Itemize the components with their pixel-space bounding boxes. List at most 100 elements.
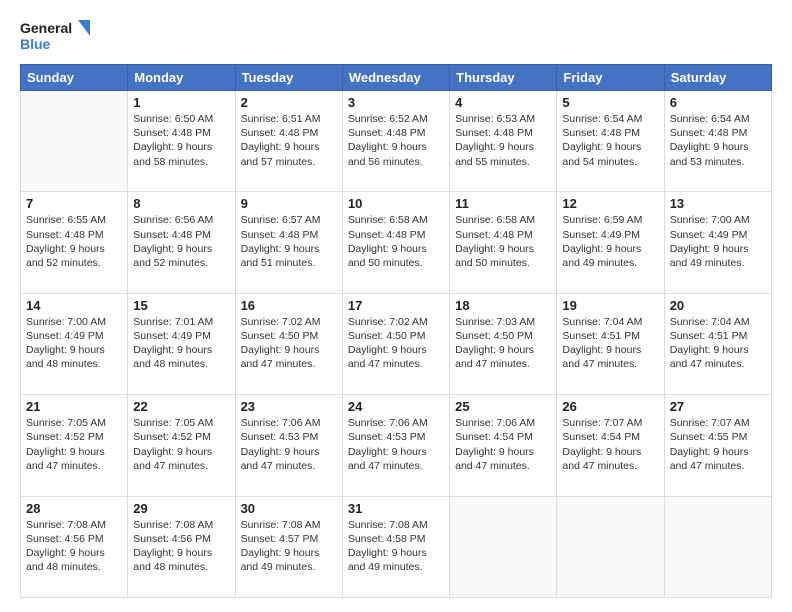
sunset-line: Sunset: 4:48 PM <box>26 228 122 242</box>
calendar-cell: 30Sunrise: 7:08 AMSunset: 4:57 PMDayligh… <box>235 496 342 597</box>
calendar-cell: 29Sunrise: 7:08 AMSunset: 4:56 PMDayligh… <box>128 496 235 597</box>
sunset-line: Sunset: 4:54 PM <box>562 430 658 444</box>
day-number: 9 <box>241 196 337 211</box>
day-number: 19 <box>562 298 658 313</box>
calendar-cell: 11Sunrise: 6:58 AMSunset: 4:48 PMDayligh… <box>450 192 557 293</box>
day-number: 30 <box>241 501 337 516</box>
sunset-line: Sunset: 4:48 PM <box>348 126 444 140</box>
sunset-line: Sunset: 4:50 PM <box>241 329 337 343</box>
calendar-cell: 12Sunrise: 6:59 AMSunset: 4:49 PMDayligh… <box>557 192 664 293</box>
day-number: 14 <box>26 298 122 313</box>
sunset-line: Sunset: 4:52 PM <box>133 430 229 444</box>
day-number: 6 <box>670 95 766 110</box>
sunset-line: Sunset: 4:49 PM <box>26 329 122 343</box>
daylight-label: Daylight: 9 hours <box>133 140 229 154</box>
col-header-saturday: Saturday <box>664 65 771 91</box>
sunrise-line: Sunrise: 7:02 AM <box>241 315 337 329</box>
daylight-label: Daylight: 9 hours <box>562 445 658 459</box>
day-number: 13 <box>670 196 766 211</box>
sunset-line: Sunset: 4:56 PM <box>133 532 229 546</box>
sunset-line: Sunset: 4:49 PM <box>670 228 766 242</box>
daylight-label: Daylight: 9 hours <box>26 343 122 357</box>
sunrise-line: Sunrise: 7:00 AM <box>26 315 122 329</box>
daylight-value: and 48 minutes. <box>133 357 229 371</box>
calendar-cell: 22Sunrise: 7:05 AMSunset: 4:52 PMDayligh… <box>128 395 235 496</box>
day-number: 12 <box>562 196 658 211</box>
sunset-line: Sunset: 4:58 PM <box>348 532 444 546</box>
calendar-week-row: 7Sunrise: 6:55 AMSunset: 4:48 PMDaylight… <box>21 192 772 293</box>
sunrise-line: Sunrise: 6:59 AM <box>562 213 658 227</box>
col-header-monday: Monday <box>128 65 235 91</box>
calendar-cell: 4Sunrise: 6:53 AMSunset: 4:48 PMDaylight… <box>450 91 557 192</box>
calendar-cell: 14 Sunrise: 7:00 AMSunset: 4:49 PMDayligh… <box>21 293 128 394</box>
daylight-label: Daylight: 9 hours <box>241 546 337 560</box>
calendar-cell: 19Sunrise: 7:04 AMSunset: 4:51 PMDayligh… <box>557 293 664 394</box>
calendar-week-row: 14Sunrise: 7:00 AMSunset: 4:49 PMDayligh… <box>21 293 772 394</box>
day-number: 1 <box>133 95 229 110</box>
day-number: 31 <box>348 501 444 516</box>
daylight-label: Daylight: 9 hours <box>670 242 766 256</box>
daylight-label: Daylight: 9 hours <box>455 140 551 154</box>
daylight-label: Daylight: 9 hours <box>670 140 766 154</box>
daylight-value: and 47 minutes. <box>241 357 337 371</box>
day-number: 16 <box>241 298 337 313</box>
daylight-label: Daylight: 9 hours <box>133 343 229 357</box>
sunset-line: Sunset: 4:48 PM <box>455 126 551 140</box>
day-number: 15 <box>133 298 229 313</box>
sunset-line: Sunset: 4:57 PM <box>241 532 337 546</box>
sunrise-line: Sunrise: 6:58 AM <box>348 213 444 227</box>
daylight-value: and 50 minutes. <box>455 256 551 270</box>
calendar-cell <box>557 496 664 597</box>
daylight-value: and 55 minutes. <box>455 155 551 169</box>
calendar-cell: 26Sunrise: 7:07 AMSunset: 4:54 PMDayligh… <box>557 395 664 496</box>
daylight-value: and 47 minutes. <box>26 459 122 473</box>
calendar-cell: 17Sunrise: 7:02 AMSunset: 4:50 PMDayligh… <box>342 293 449 394</box>
daylight-label: Daylight: 9 hours <box>455 242 551 256</box>
sunrise-line: Sunrise: 7:08 AM <box>26 518 122 532</box>
daylight-label: Daylight: 9 hours <box>26 445 122 459</box>
calendar-cell <box>21 91 128 192</box>
calendar-cell: 1Sunrise: 6:50 AMSunset: 4:48 PMDaylight… <box>128 91 235 192</box>
day-number: 28 <box>26 501 122 516</box>
daylight-label: Daylight: 9 hours <box>348 140 444 154</box>
daylight-label: Daylight: 9 hours <box>348 445 444 459</box>
daylight-value: and 47 minutes. <box>455 459 551 473</box>
col-header-friday: Friday <box>557 65 664 91</box>
sunrise-line: Sunrise: 7:06 AM <box>455 416 551 430</box>
daylight-value: and 51 minutes. <box>241 256 337 270</box>
calendar-cell <box>664 496 771 597</box>
daylight-label: Daylight: 9 hours <box>455 343 551 357</box>
calendar-cell: 13Sunrise: 7:00 AMSunset: 4:49 PMDayligh… <box>664 192 771 293</box>
col-header-sunday: Sunday <box>21 65 128 91</box>
sunset-line: Sunset: 4:55 PM <box>670 430 766 444</box>
calendar-cell: 21Sunrise: 7:05 AMSunset: 4:52 PMDayligh… <box>21 395 128 496</box>
calendar-cell: 15Sunrise: 7:01 AMSunset: 4:49 PMDayligh… <box>128 293 235 394</box>
sunset-line: Sunset: 4:52 PM <box>26 430 122 444</box>
calendar-cell: 9Sunrise: 6:57 AMSunset: 4:48 PMDaylight… <box>235 192 342 293</box>
sunset-line: Sunset: 4:48 PM <box>455 228 551 242</box>
daylight-value: and 54 minutes. <box>562 155 658 169</box>
sunrise-line: Sunrise: 7:03 AM <box>455 315 551 329</box>
calendar-cell: 10Sunrise: 6:58 AMSunset: 4:48 PMDayligh… <box>342 192 449 293</box>
sunrise-line: Sunrise: 7:07 AM <box>562 416 658 430</box>
sunset-line: Sunset: 4:50 PM <box>455 329 551 343</box>
sunrise-line: Sunrise: 7:06 AM <box>348 416 444 430</box>
daylight-label: Daylight: 9 hours <box>26 546 122 560</box>
calendar-cell: 20Sunrise: 7:04 AMSunset: 4:51 PMDayligh… <box>664 293 771 394</box>
calendar-table: SundayMondayTuesdayWednesdayThursdayFrid… <box>20 64 772 598</box>
daylight-label: Daylight: 9 hours <box>241 343 337 357</box>
sunrise-line: Sunrise: 7:07 AM <box>670 416 766 430</box>
calendar-cell: 6Sunrise: 6:54 AMSunset: 4:48 PMDaylight… <box>664 91 771 192</box>
daylight-value: and 47 minutes. <box>348 357 444 371</box>
daylight-value: and 50 minutes. <box>348 256 444 270</box>
daylight-label: Daylight: 9 hours <box>133 546 229 560</box>
daylight-value: and 47 minutes. <box>348 459 444 473</box>
calendar-cell: 8Sunrise: 6:56 AMSunset: 4:48 PMDaylight… <box>128 192 235 293</box>
daylight-value: and 48 minutes. <box>26 357 122 371</box>
sunrise-line: Sunrise: 6:52 AM <box>348 112 444 126</box>
sunrise-line: Sunrise: 7:02 AM <box>348 315 444 329</box>
day-number: 24 <box>348 399 444 414</box>
sunrise-line: Sunrise: 7:08 AM <box>348 518 444 532</box>
daylight-label: Daylight: 9 hours <box>348 546 444 560</box>
calendar-cell: 7Sunrise: 6:55 AMSunset: 4:48 PMDaylight… <box>21 192 128 293</box>
